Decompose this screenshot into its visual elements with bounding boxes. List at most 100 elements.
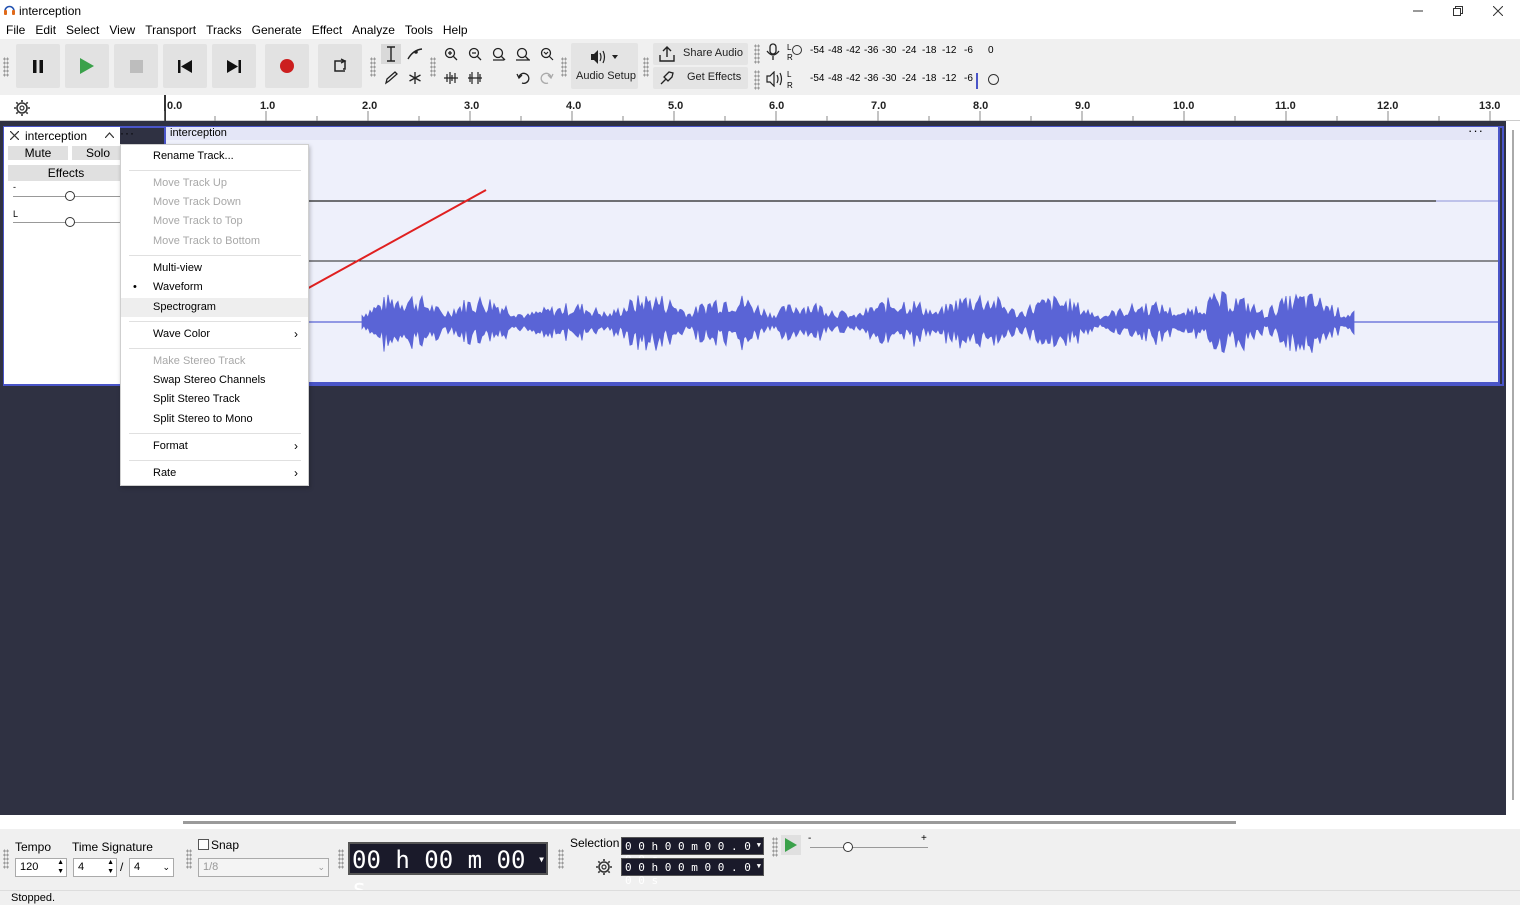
record-meter-knob[interactable] [792,45,802,55]
menu-tools[interactable]: Tools [401,23,437,37]
selection-start-field[interactable]: 0 0 h 0 0 m 0 0 . 0 0 0 s ▼ [621,837,764,866]
menu-generate[interactable]: Generate [248,23,306,37]
gain-slider-thumb[interactable] [65,191,75,201]
menu-edit[interactable]: Edit [31,23,60,37]
menu-view[interactable]: View [105,23,139,37]
draw-tool-button[interactable] [381,68,401,88]
clip-menu-icon[interactable]: ··· [1468,123,1484,138]
time-sig-denominator-select[interactable]: 4 ⌄ [129,858,174,877]
share-toolbar-grip[interactable] [643,57,649,77]
spin-arrows-icon[interactable]: ▲ ▼ [57,858,64,876]
selection-settings-icon[interactable] [595,858,613,876]
fit-project-button[interactable] [513,44,533,64]
transport-toolbar-grip[interactable] [3,57,9,77]
fit-selection-button[interactable] [489,44,509,64]
menu-tracks[interactable]: Tracks [202,23,246,37]
pause-button[interactable] [16,44,60,88]
time-format-dropdown-icon[interactable]: ▼ [539,855,544,864]
skip-to-start-button[interactable] [163,44,207,88]
playback-meter[interactable]: -54 -48 -42 -36 -30 -24 -18 -12 -6 [792,73,1004,89]
record-button[interactable] [265,44,309,88]
microphone-icon[interactable] [766,43,780,61]
zoom-toggle-button[interactable] [537,44,557,64]
playback-meter-knob[interactable] [988,74,999,85]
snap-toolbar-grip[interactable] [186,849,192,869]
close-track-icon[interactable] [10,131,19,140]
envelope-tool-button[interactable] [405,44,425,64]
record-meter-grip[interactable] [754,44,760,64]
undo-button[interactable] [513,68,533,88]
mute-button[interactable]: Mute [8,146,68,160]
time-sig-numerator-input[interactable]: 4 ▲ ▼ [73,858,117,877]
vertical-scroll-thumb[interactable] [1512,130,1514,800]
track-control-panel[interactable]: interception ··· Mute Solo Effects - L [4,126,134,384]
menu-format[interactable]: Format › [121,437,308,456]
redo-button[interactable] [537,68,557,88]
zoom-in-button[interactable] [441,44,461,64]
menu-split-stereo-to-mono[interactable]: Split Stereo to Mono [121,410,308,429]
menu-split-stereo-track[interactable]: Split Stereo Track [121,390,308,409]
tempo-input[interactable]: 120 ▲ ▼ [15,858,67,877]
menu-waveform[interactable]: • Waveform [121,278,308,297]
time-display[interactable]: 00 h 00 m 00 s ▼ [348,842,548,902]
zoom-out-button[interactable] [465,44,485,64]
solo-button[interactable]: Solo [72,146,124,160]
clip-name[interactable]: interception [170,127,227,139]
menu-file[interactable]: File [2,23,29,37]
edit-toolbar-grip[interactable] [430,57,436,77]
selection-tool-button[interactable] [381,44,401,64]
trim-audio-button[interactable] [441,68,461,88]
speed-slider-track[interactable] [810,847,928,848]
menu-transport[interactable]: Transport [141,23,200,37]
timeline-settings-icon[interactable] [13,99,31,117]
audio-setup-button[interactable]: Audio Setup [571,43,638,89]
get-effects-button[interactable]: Get Effects [653,67,748,89]
menu-spectrogram[interactable]: Spectrogram [121,298,308,317]
time-toolbar-grip[interactable] [338,849,344,869]
menu-select[interactable]: Select [62,23,103,37]
share-audio-button[interactable]: Share Audio [653,43,748,65]
collapse-track-icon[interactable] [105,132,114,138]
selection-toolbar-grip[interactable] [558,849,564,869]
stop-button[interactable] [114,44,158,88]
menu-item-label: Move Track to Top [153,215,243,227]
audio-setup-toolbar-grip[interactable] [561,57,567,77]
horizontal-scroll-thumb[interactable] [183,821,1236,824]
menu-effect[interactable]: Effect [308,23,346,37]
chevron-down-icon[interactable]: ▼ [757,841,761,849]
selection-end-field[interactable]: 0 0 h 0 0 m 0 0 . 0 0 0 s ▼ [621,858,764,887]
clip-header[interactable]: interception ··· [166,123,1498,140]
menu-analyze[interactable]: Analyze [348,23,399,37]
effects-button[interactable]: Effects [8,165,124,181]
play-at-speed-grip[interactable] [772,837,778,857]
track-menu-icon[interactable]: ··· [120,126,135,140]
menu-multi-view[interactable]: Multi-view [121,259,308,278]
skip-to-end-button[interactable] [212,44,256,88]
close-window-button[interactable] [1478,0,1518,21]
minimize-button[interactable] [1398,0,1438,21]
playback-meter-grip[interactable] [754,70,760,90]
record-meter[interactable]: -54 -48 -42 -36 -30 -24 -18 -12 -6 0 [792,45,1002,59]
menu-help[interactable]: Help [439,23,472,37]
play-at-speed-button[interactable] [781,835,801,855]
pan-slider-thumb[interactable] [65,217,75,227]
time-signature-grip[interactable] [3,849,9,869]
silence-audio-button[interactable] [465,68,485,88]
multi-tool-button[interactable] [405,68,425,88]
menu-rename-track[interactable]: Rename Track... [121,147,308,166]
menu-rate[interactable]: Rate › [121,464,308,483]
snap-select[interactable]: 1/8 ⌄ [198,858,329,877]
play-button[interactable] [65,44,109,88]
chevron-down-icon[interactable]: ▼ [757,862,761,870]
timeline-ruler[interactable]: 0.0 1.0 2.0 3.0 4.0 5.0 6.0 7.0 8.0 9.0 … [0,95,1520,121]
snap-checkbox[interactable] [198,839,209,850]
menu-wave-color[interactable]: Wave Color › [121,325,308,344]
tools-toolbar-grip[interactable] [370,57,376,77]
speaker-icon[interactable] [766,71,784,87]
menu-swap-stereo-channels[interactable]: Swap Stereo Channels [121,371,308,390]
spin-arrows-icon[interactable]: ▲ ▼ [107,858,114,876]
track-name[interactable]: interception [25,129,87,143]
loop-button[interactable] [318,44,362,88]
maximize-button[interactable] [1438,0,1478,21]
speed-slider-thumb[interactable] [843,842,853,852]
